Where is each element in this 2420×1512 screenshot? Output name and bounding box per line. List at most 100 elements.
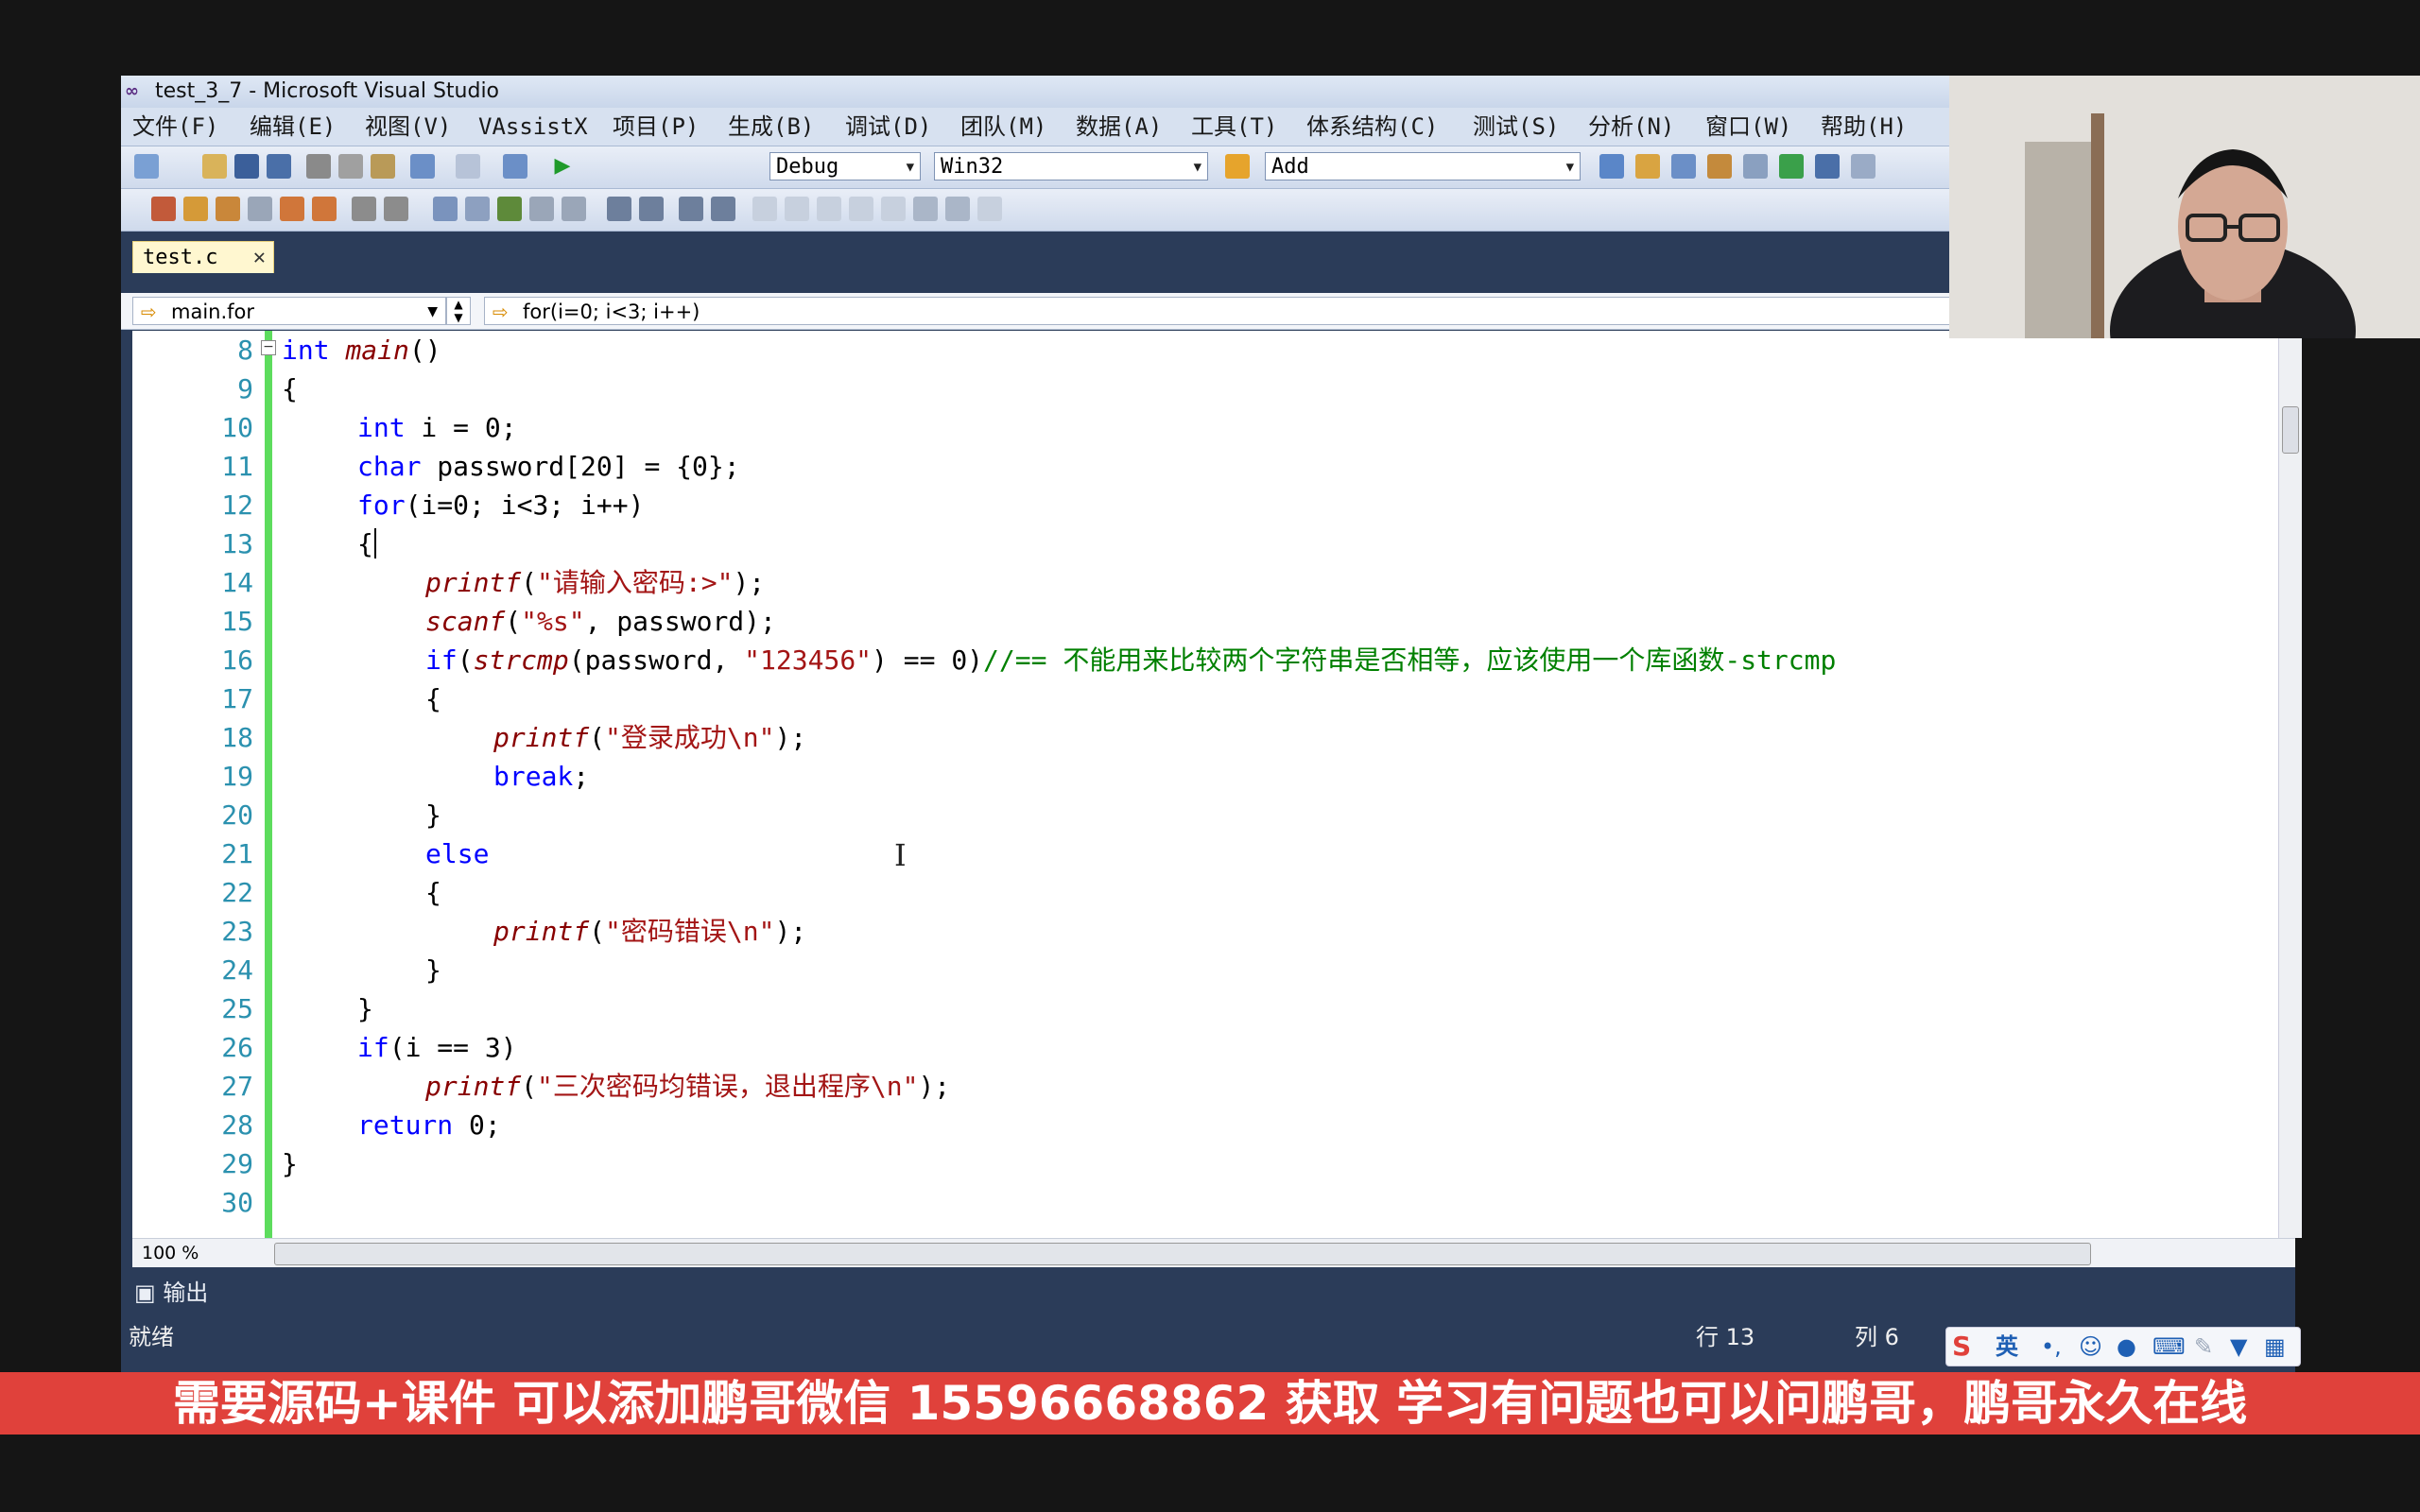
parameter-info-icon[interactable] — [465, 197, 490, 221]
string-literal: "123456" — [744, 644, 873, 676]
microphone-icon[interactable]: ● — [2117, 1328, 2136, 1366]
find-symbol-icon[interactable] — [216, 197, 240, 221]
start-debugging-icon[interactable]: ▶ — [550, 154, 575, 179]
window-layout-icon[interactable] — [1851, 154, 1876, 179]
display-members-icon[interactable] — [433, 197, 458, 221]
vertical-scrollbar[interactable] — [2278, 331, 2302, 1238]
previous-bookmark-folder-icon[interactable] — [849, 197, 873, 221]
horizontal-scrollbar[interactable] — [274, 1243, 2091, 1265]
copy-icon[interactable] — [338, 154, 363, 179]
code-line-25: } — [357, 989, 373, 1028]
ime-language[interactable]: 英 — [1996, 1328, 2018, 1366]
code-text: (i=0; i<3; i++) — [405, 490, 645, 521]
extension-manager-icon[interactable] — [1815, 154, 1840, 179]
solution-config-select[interactable]: Debug ▼ — [769, 152, 921, 180]
solution-explorer-icon[interactable] — [1599, 154, 1624, 179]
vassistx-icon[interactable] — [151, 197, 176, 221]
find-value: Add — [1271, 155, 1309, 179]
grid-menu-icon[interactable]: ▦ — [2264, 1328, 2286, 1366]
scope-select[interactable]: ⇨ main.for ▼ — [132, 297, 446, 325]
go-back-icon[interactable] — [280, 197, 304, 221]
object-browser-icon[interactable] — [1671, 154, 1696, 179]
close-icon[interactable]: ✕ — [253, 242, 266, 274]
menu-analyze[interactable]: 分析(N) — [1588, 108, 1674, 146]
comment-out-icon[interactable] — [679, 197, 703, 221]
collapse-icon[interactable]: − — [261, 340, 276, 355]
code-line-8: int main() — [282, 331, 441, 369]
menu-test[interactable]: 测试(S) — [1473, 108, 1559, 146]
menu-tools[interactable]: 工具(T) — [1191, 108, 1277, 146]
cut-icon[interactable] — [306, 154, 331, 179]
paste-icon[interactable] — [371, 154, 395, 179]
menu-help[interactable]: 帮助(H) — [1821, 108, 1907, 146]
editor-bottom-bar: 100 % — [132, 1238, 2295, 1267]
next-bookmark-folder-icon[interactable] — [881, 197, 906, 221]
menu-debug[interactable]: 调试(D) — [845, 108, 931, 146]
save-icon[interactable] — [234, 154, 259, 179]
code-line-29: } — [282, 1144, 298, 1183]
open-file-in-solution-icon[interactable] — [183, 197, 208, 221]
uncomment-icon[interactable] — [711, 197, 735, 221]
keyboard-icon[interactable]: ⌨ — [2152, 1328, 2186, 1366]
function-name: strcmp — [473, 644, 569, 676]
menu-vassistx[interactable]: VAssistX — [478, 108, 588, 146]
line-number: 19 — [221, 761, 253, 792]
open-file-icon[interactable] — [202, 154, 227, 179]
emoji-icon[interactable]: ☺ — [2079, 1328, 2102, 1366]
ibeam-cursor-icon: I — [894, 837, 907, 873]
menu-build[interactable]: 生成(B) — [728, 108, 814, 146]
navigate-backward-icon[interactable] — [503, 154, 527, 179]
menu-view[interactable]: 视图(V) — [365, 108, 451, 146]
tools-icon[interactable]: ✎ — [2194, 1328, 2213, 1366]
decrease-indent-icon[interactable] — [607, 197, 631, 221]
punctuation-icon[interactable]: •, — [2041, 1328, 2062, 1366]
find-combo[interactable]: Add ▼ — [1265, 152, 1581, 180]
refactor-icon[interactable] — [384, 197, 408, 221]
clear-bookmarks-icon[interactable] — [945, 197, 970, 221]
split-spinner[interactable]: ▲ ▼ — [446, 297, 471, 325]
vertical-scroll-thumb[interactable] — [2282, 406, 2299, 454]
menu-architecture[interactable]: 体系结构(C) — [1306, 108, 1438, 146]
menu-window[interactable]: 窗口(W) — [1705, 108, 1791, 146]
complete-word-icon[interactable] — [529, 197, 554, 221]
next-bookmark-icon[interactable] — [817, 197, 841, 221]
find-in-files-icon[interactable] — [1225, 154, 1250, 179]
menu-file[interactable]: 文件(F) — [132, 108, 218, 146]
code-editor[interactable]: − 8 9 10 11 12 13 14 15 16 17 18 19 20 2… — [132, 331, 2302, 1238]
save-all-icon[interactable] — [267, 154, 291, 179]
spell-check-icon[interactable] — [352, 197, 376, 221]
undo-icon[interactable] — [410, 154, 435, 179]
previous-bookmark-icon[interactable] — [785, 197, 809, 221]
sogou-logo-icon: S — [1952, 1331, 1972, 1362]
status-line: 行 13 — [1696, 1324, 1755, 1350]
tab-output[interactable]: ▣ 输出 — [134, 1278, 208, 1308]
zoom-level[interactable]: 100 % — [142, 1239, 199, 1267]
redo-icon[interactable] — [456, 154, 480, 179]
find-references-icon[interactable] — [248, 197, 272, 221]
increase-indent-icon[interactable] — [639, 197, 664, 221]
menu-edit[interactable]: 编辑(E) — [250, 108, 336, 146]
new-project-icon[interactable] — [134, 154, 159, 179]
skin-icon[interactable]: ▼ — [2230, 1328, 2247, 1366]
tools-icon[interactable] — [1743, 154, 1768, 179]
go-forward-icon[interactable] — [312, 197, 337, 221]
menu-project[interactable]: 项目(P) — [613, 108, 699, 146]
start-page-icon[interactable] — [1779, 154, 1804, 179]
config-value: Debug — [776, 155, 839, 179]
ime-toolbar[interactable]: S 英 •, ☺ ● ⌨ ✎ ▼ ▦ — [1945, 1327, 2301, 1366]
line-number: 29 — [221, 1148, 253, 1179]
webcam-overlay — [1949, 76, 2420, 338]
quick-info-icon[interactable] — [497, 197, 522, 221]
tab-test-c[interactable]: test.c ✕ — [132, 241, 274, 273]
bookmark-document-icon[interactable] — [913, 197, 938, 221]
menu-data[interactable]: 数据(A) — [1076, 108, 1162, 146]
toggle-bookmark-icon[interactable] — [752, 197, 777, 221]
text-cursor — [374, 528, 376, 558]
code-line-21: else — [425, 834, 489, 873]
format-icon[interactable] — [562, 197, 586, 221]
toolbox-icon[interactable] — [1707, 154, 1732, 179]
menu-team[interactable]: 团队(M) — [960, 108, 1046, 146]
properties-icon[interactable] — [1635, 154, 1660, 179]
platform-select[interactable]: Win32 ▼ — [934, 152, 1208, 180]
toolbar-options-icon[interactable] — [977, 197, 1002, 221]
